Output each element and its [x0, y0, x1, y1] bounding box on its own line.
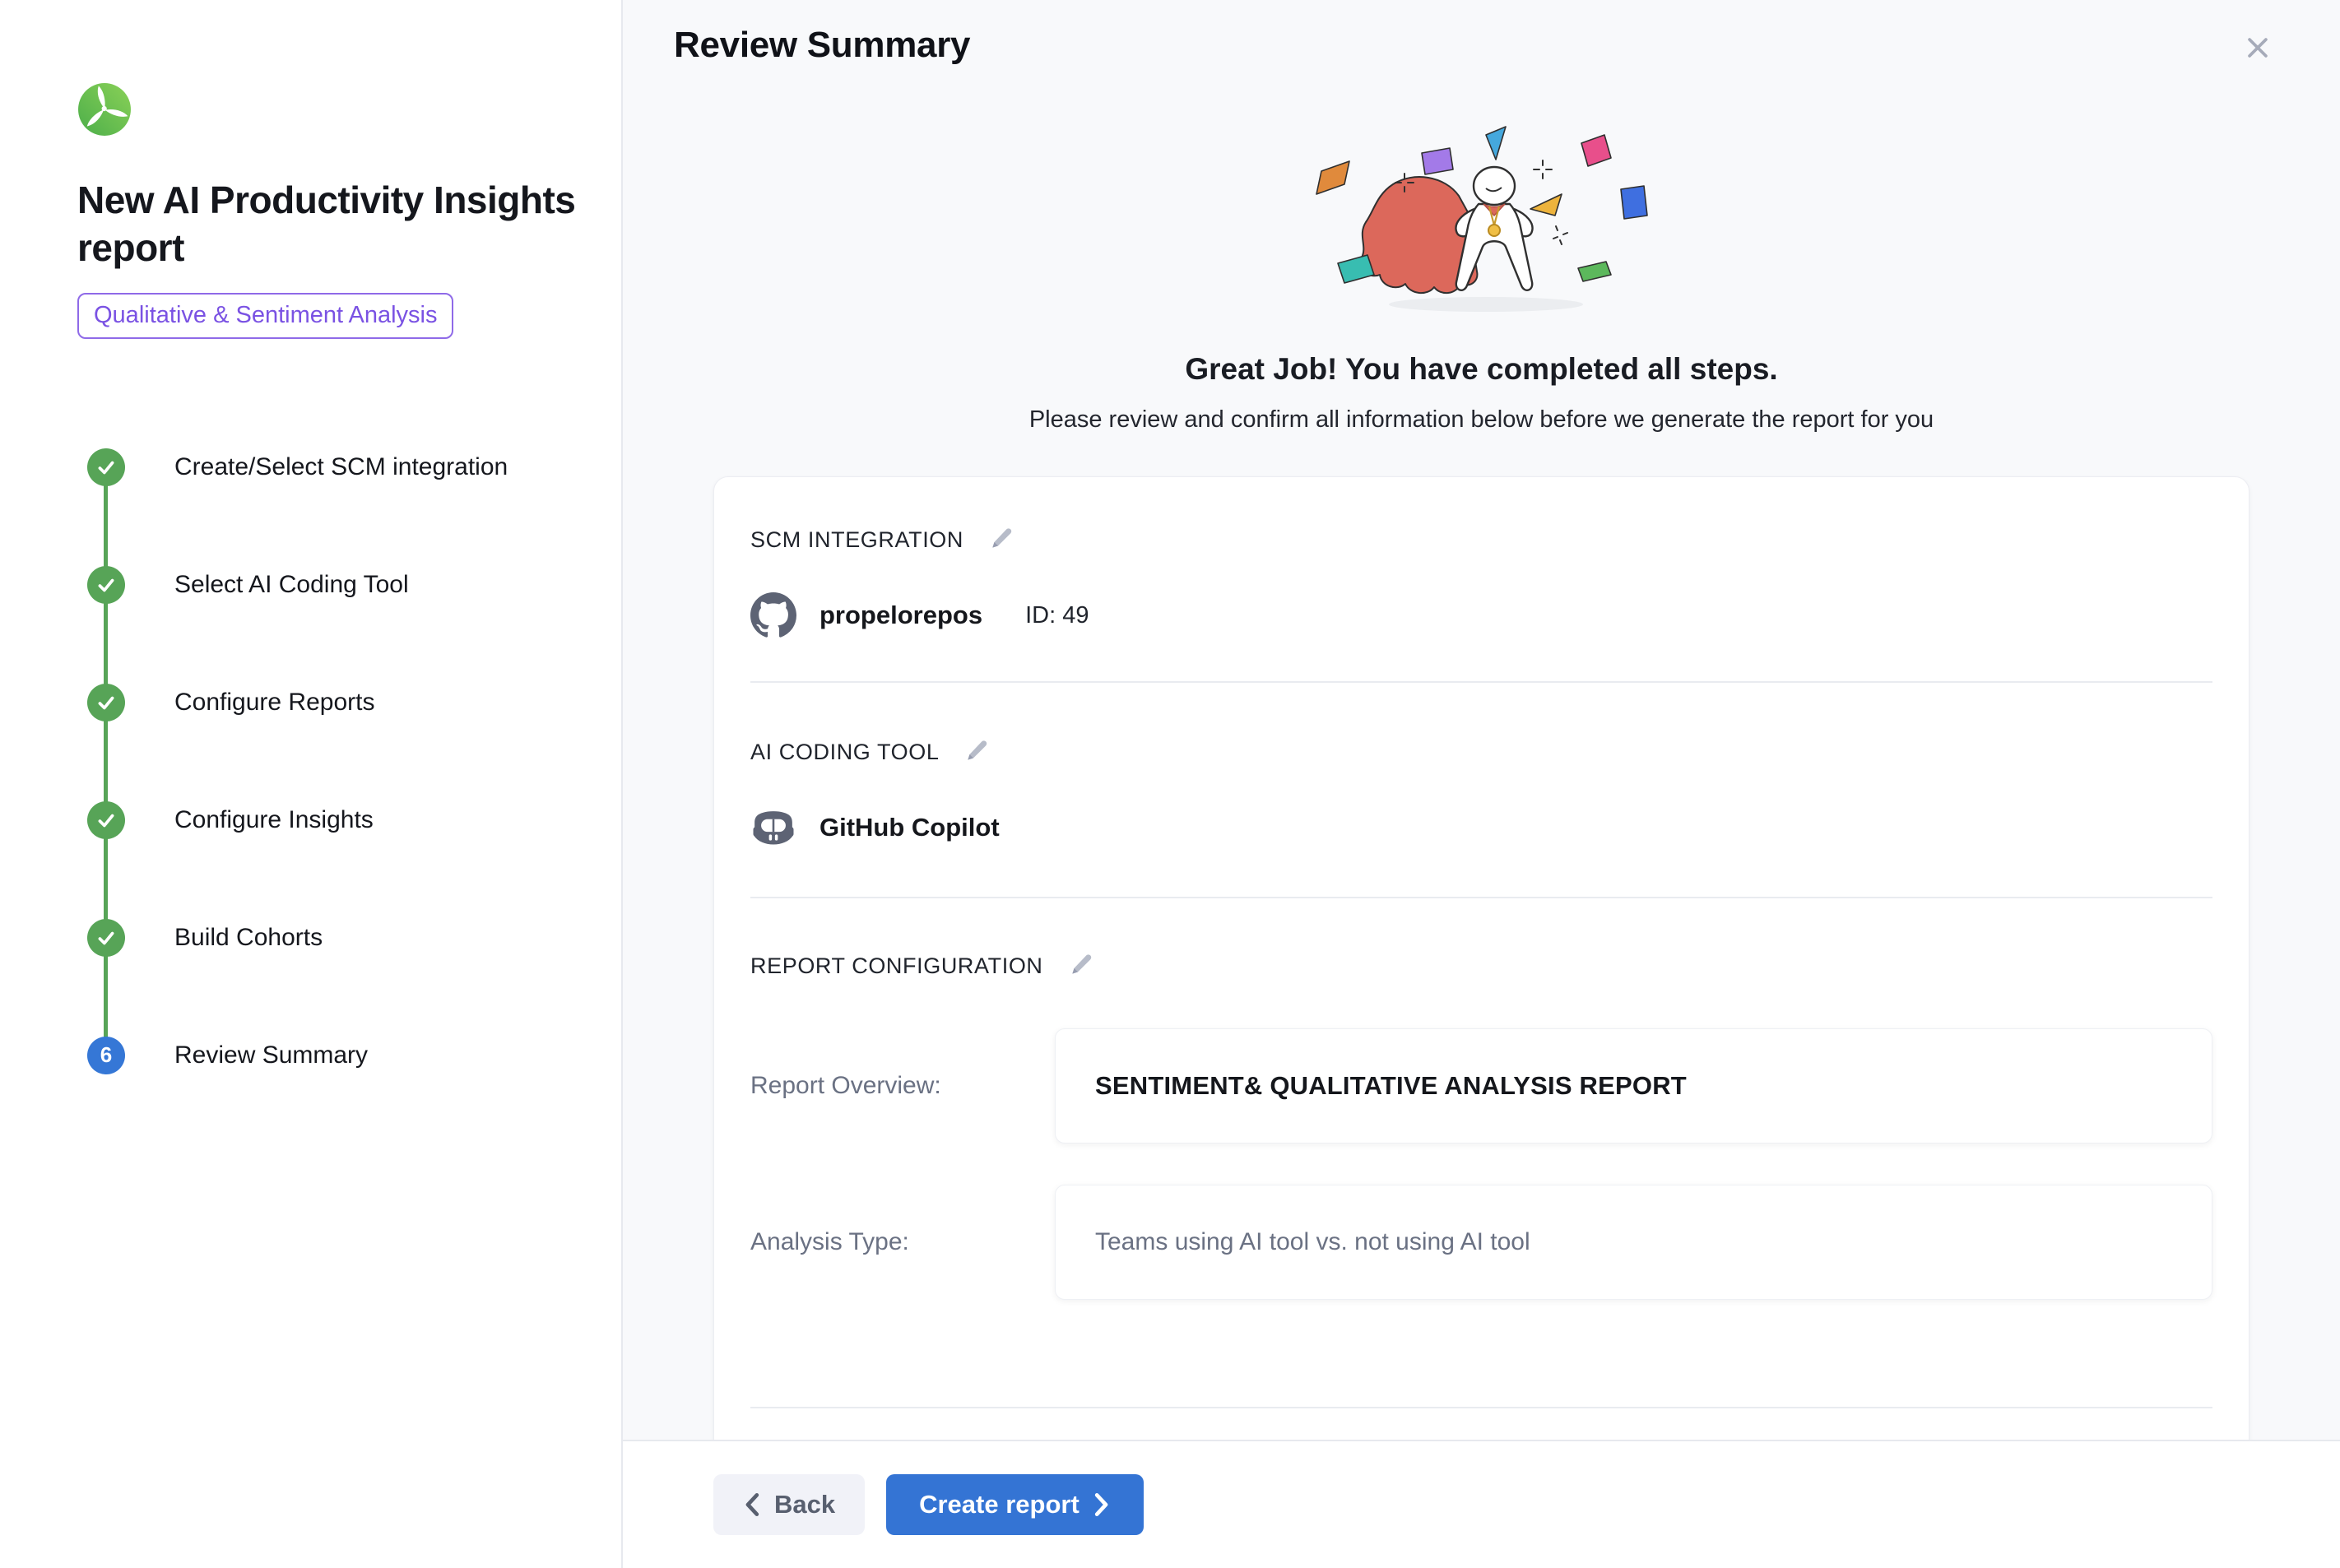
step-label: Select AI Coding Tool	[174, 571, 409, 599]
step-create-select-scm-integration[interactable]: Create/Select SCM integration	[77, 408, 588, 526]
congrats-heading: Great Job! You have completed all steps.	[713, 352, 2249, 387]
step-current-number-badge: 6	[87, 1037, 125, 1074]
step-complete-check-icon	[87, 801, 125, 839]
step-build-cohorts[interactable]: Build Cohorts	[77, 879, 588, 996]
step-review-summary[interactable]: 6 Review Summary	[77, 996, 588, 1114]
step-label: Configure Insights	[174, 806, 374, 834]
edit-scm-pencil-icon[interactable]	[987, 525, 1016, 554]
review-content-scroll[interactable]: Review Summary	[623, 0, 2340, 1440]
analysis-type-row: Analysis Type: Teams using AI tool vs. n…	[750, 1185, 2212, 1300]
step-complete-check-icon	[87, 448, 125, 486]
wizard-sidebar: New AI Productivity Insights report Qual…	[0, 0, 623, 1568]
report-overview-label: Report Overview:	[750, 1072, 1055, 1100]
close-icon[interactable]	[2240, 30, 2276, 66]
create-report-button[interactable]: Create report	[886, 1474, 1144, 1535]
analysis-type-label: Analysis Type:	[750, 1228, 1055, 1256]
scm-integration-id: ID: 49	[1025, 602, 1089, 629]
github-copilot-icon	[750, 805, 796, 851]
step-label: Build Cohorts	[174, 924, 323, 952]
step-configure-reports[interactable]: Configure Reports	[77, 643, 588, 761]
step-label: Create/Select SCM integration	[174, 453, 508, 481]
wizard-footer: Back Create report	[623, 1440, 2340, 1568]
celebration-illustration	[1297, 123, 1667, 325]
report-overview-value: SENTIMENT& QUALITATIVE ANALYSIS REPORT	[1055, 1028, 2212, 1144]
congrats-subheading: Please review and confirm all informatio…	[713, 406, 2249, 434]
review-summary-panel: Review Summary	[623, 0, 2340, 1568]
report-wizard-title: New AI Productivity Insights report	[77, 176, 588, 271]
section-divider	[750, 681, 2212, 683]
edit-report-config-pencil-icon[interactable]	[1066, 951, 1096, 981]
ai-coding-tool-name: GitHub Copilot	[819, 813, 1000, 842]
chevron-right-icon	[1093, 1492, 1111, 1517]
panel-header: Review Summary	[674, 0, 2289, 66]
section-divider	[750, 897, 2212, 898]
github-icon	[750, 592, 796, 638]
step-complete-check-icon	[87, 919, 125, 957]
propelo-logo-icon	[77, 82, 132, 137]
wizard-steps: Create/Select SCM integration Select AI …	[77, 408, 588, 1114]
report-type-badge: Qualitative & Sentiment Analysis	[77, 293, 453, 339]
chevron-left-icon	[743, 1492, 761, 1517]
step-configure-insights[interactable]: Configure Insights	[77, 761, 588, 879]
back-button[interactable]: Back	[713, 1474, 865, 1535]
step-label: Review Summary	[174, 1041, 368, 1069]
page-title: Review Summary	[674, 25, 2289, 66]
report-overview-row: Report Overview: SENTIMENT& QUALITATIVE …	[750, 1028, 2212, 1144]
scm-section-label: SCM INTEGRATION	[750, 527, 963, 553]
scm-integration-name: propelorepos	[819, 601, 982, 630]
step-label: Configure Reports	[174, 689, 374, 717]
edit-ai-tool-pencil-icon[interactable]	[962, 737, 991, 767]
step-complete-check-icon	[87, 684, 125, 721]
step-complete-check-icon	[87, 566, 125, 604]
summary-card: SCM INTEGRATION propelorepos ID: 49 AI C…	[713, 476, 2249, 1440]
congrats-block: Great Job! You have completed all steps.…	[713, 66, 2249, 434]
section-divider	[750, 1407, 2212, 1408]
ai-tool-section-label: AI CODING TOOL	[750, 740, 939, 765]
analysis-type-value: Teams using AI tool vs. not using AI too…	[1055, 1185, 2212, 1300]
report-config-section-label: REPORT CONFIGURATION	[750, 953, 1043, 979]
step-select-ai-coding-tool[interactable]: Select AI Coding Tool	[77, 526, 588, 643]
